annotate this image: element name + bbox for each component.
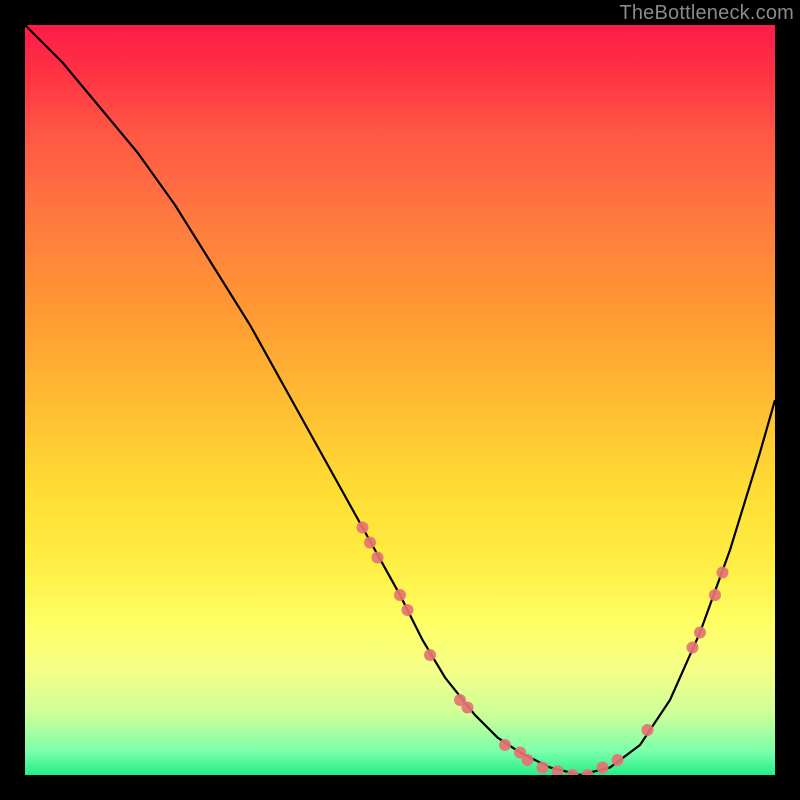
data-marker — [582, 769, 594, 775]
data-marker — [552, 765, 564, 775]
plot-area — [25, 25, 775, 775]
data-marker — [687, 642, 699, 654]
data-marker — [612, 754, 624, 766]
data-marker — [424, 649, 436, 661]
data-marker — [642, 724, 654, 736]
data-marker — [462, 702, 474, 714]
data-marker — [364, 537, 376, 549]
data-marker — [567, 769, 579, 775]
bottleneck-curve — [25, 25, 775, 775]
data-marker — [499, 739, 511, 751]
data-marker — [402, 604, 414, 616]
marker-group — [357, 522, 729, 776]
data-marker — [597, 762, 609, 774]
data-marker — [694, 627, 706, 639]
watermark-text: TheBottleneck.com — [619, 2, 794, 25]
chart-frame: TheBottleneck.com — [0, 0, 800, 800]
data-marker — [522, 754, 534, 766]
data-marker — [394, 589, 406, 601]
data-marker — [372, 552, 384, 564]
data-marker — [537, 762, 549, 774]
data-marker — [709, 589, 721, 601]
curve-svg — [25, 25, 775, 775]
data-marker — [717, 567, 729, 579]
data-marker — [357, 522, 369, 534]
